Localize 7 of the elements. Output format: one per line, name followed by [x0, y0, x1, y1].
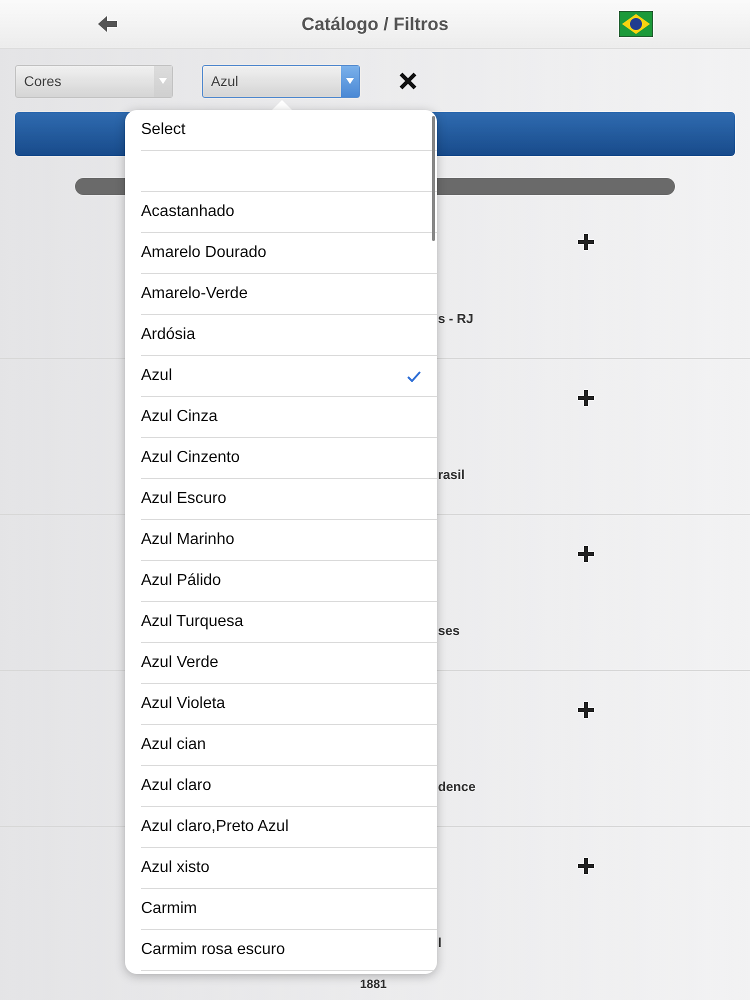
- item-title: s - RJ: [438, 311, 474, 326]
- page-title: Catálogo / Filtros: [301, 14, 448, 34]
- item-title: ses: [438, 623, 460, 638]
- item-title: rasil: [438, 467, 465, 482]
- item-title: l: [438, 935, 442, 950]
- item-year: 1881: [360, 977, 387, 991]
- item-title: dence: [438, 779, 476, 794]
